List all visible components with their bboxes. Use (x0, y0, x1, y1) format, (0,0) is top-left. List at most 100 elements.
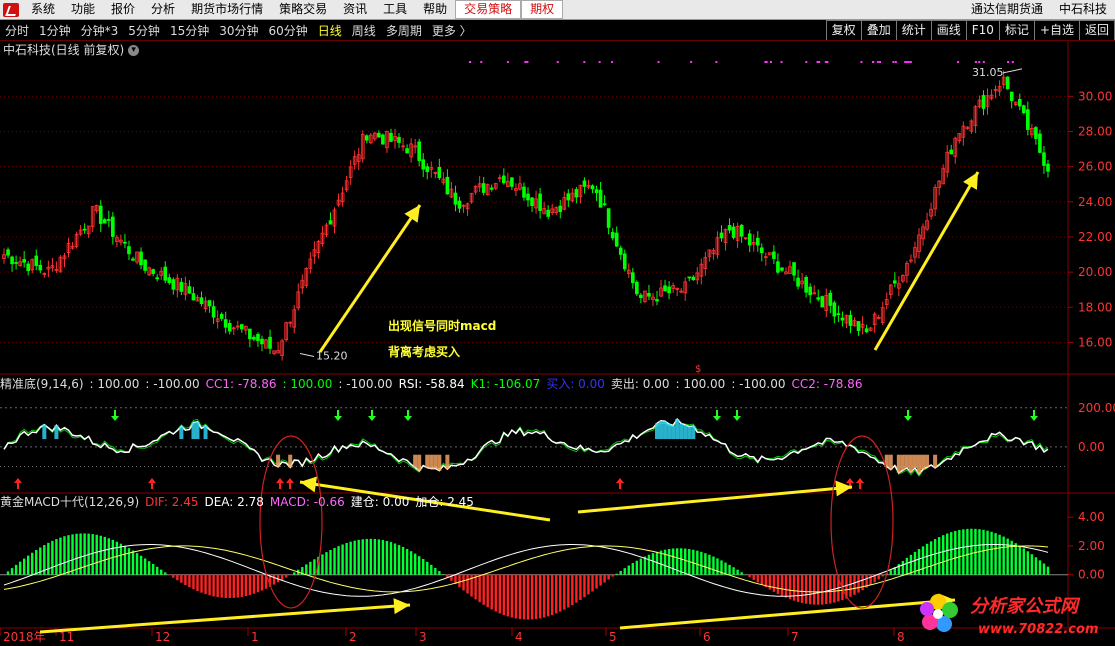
signal-dot (583, 61, 586, 63)
candle-body (268, 336, 272, 349)
candle-body (832, 302, 837, 317)
macd-histogram-bar (559, 574, 562, 612)
sell-arrow-icon (404, 410, 412, 421)
candle-body (719, 232, 724, 239)
macd-histogram-bar (365, 538, 368, 575)
macd-tick-label: 0.00 (1078, 568, 1105, 582)
macd-histogram-bar (240, 574, 244, 597)
macd-histogram-bar (639, 558, 643, 575)
macd-histogram-bar (151, 564, 155, 575)
macd-histogram-bar (583, 574, 586, 598)
x-tick-label: 1 (251, 630, 259, 644)
candle-body (1034, 127, 1038, 139)
osc-trough-fill (933, 454, 938, 468)
candle-body (1042, 152, 1046, 166)
signal-dot (780, 61, 783, 63)
macd-histogram-bar (825, 574, 828, 605)
macd-histogram-bar (377, 539, 381, 575)
candle-body (248, 328, 252, 340)
macd-histogram-bar (458, 574, 461, 588)
candle-body (631, 272, 635, 284)
candle-body (747, 233, 752, 246)
candle-body (163, 266, 168, 281)
osc-trough-fill (417, 454, 422, 471)
candle-body (655, 299, 659, 302)
macd-histogram-bar (51, 540, 54, 575)
macd-histogram-bar (905, 557, 909, 575)
osc-peak-fill (659, 420, 664, 440)
candle-body (1026, 109, 1030, 130)
candle-body (425, 166, 430, 173)
indicator1-value-11: CC2: -78.86 (791, 377, 863, 391)
macd-histogram-bar (631, 563, 635, 575)
macd-histogram-bar (986, 530, 989, 575)
candle-body (1021, 105, 1026, 114)
macd-histogram-bar (417, 556, 421, 575)
candle-body (111, 216, 115, 237)
price-tick-label: 22.00 (1078, 230, 1112, 244)
candle-body (602, 203, 607, 206)
candle-body (739, 224, 744, 237)
macd-histogram-bar (83, 533, 86, 575)
signal-dot (1007, 61, 1010, 63)
osc-tick-label: 200.00 (1078, 401, 1115, 415)
signal-dot (876, 61, 879, 63)
macd-histogram-bar (659, 550, 663, 575)
macd-histogram-bar (369, 538, 373, 575)
macd-histogram-bar (14, 564, 18, 575)
signal-dot (909, 61, 912, 63)
macd-histogram-bar (309, 561, 312, 575)
buy-arrow-icon (276, 478, 284, 489)
macd-histogram-bar (131, 550, 135, 575)
candle-body (610, 232, 615, 239)
osc-trough-fill (888, 454, 893, 470)
candle-body (582, 180, 587, 187)
candle-body (804, 277, 808, 293)
signal-dot (469, 61, 472, 63)
candle-body (127, 246, 131, 255)
macd-histogram-bar (587, 574, 590, 595)
signal-dot (690, 61, 693, 63)
macd-histogram-bar (603, 574, 606, 583)
candle-body (510, 177, 514, 187)
macd-histogram-bar (619, 570, 622, 575)
macd-histogram-bar (397, 545, 401, 575)
candle-body (364, 135, 369, 141)
signal-dot (598, 61, 601, 63)
indicator2-name[interactable]: 黄金MACD十代(12,26,9) (0, 495, 139, 509)
macd-histogram-bar (55, 539, 58, 575)
macd-histogram-bar (401, 546, 405, 575)
yellow-arrow-osc-right (577, 485, 853, 514)
macd-histogram-bar (280, 574, 284, 580)
macd-histogram-bar (325, 552, 328, 575)
osc-trough-fill (900, 454, 905, 471)
macd-histogram-bar (405, 548, 409, 575)
osc-peak-fill (667, 424, 672, 440)
macd-histogram-bar (200, 574, 203, 593)
osc-peak-fill (191, 422, 196, 440)
price-tick-label: 20.00 (1078, 265, 1112, 279)
macd-histogram-bar (853, 574, 856, 595)
macd-histogram-bar (224, 574, 227, 599)
x-tick-label: 12 (155, 630, 170, 644)
candle-body (191, 293, 196, 301)
indicator1-name[interactable]: 精准底(9,14,6) (0, 377, 84, 391)
macd-histogram-bar (946, 533, 949, 575)
osc-tick-label: 0.00 (1078, 440, 1105, 454)
annotation-text-2: 背离考虑买入 (388, 345, 461, 359)
candle-body (453, 192, 458, 205)
macd-histogram-bar (143, 558, 147, 575)
low-price-pointer (299, 352, 315, 357)
macd-histogram-bar (518, 574, 522, 620)
sell-arrow-icon (904, 410, 912, 421)
macd-histogram-bar (740, 572, 743, 575)
candle-body (26, 263, 31, 271)
candle-body (131, 258, 135, 261)
macd-histogram-bar (579, 574, 582, 600)
macd-histogram-bar (708, 554, 711, 575)
macd-histogram-bar (135, 553, 139, 575)
macd-histogram-bar (1014, 543, 1017, 575)
osc-trough-fill (425, 454, 430, 468)
candle-body (417, 141, 421, 161)
candle-body (437, 166, 442, 179)
